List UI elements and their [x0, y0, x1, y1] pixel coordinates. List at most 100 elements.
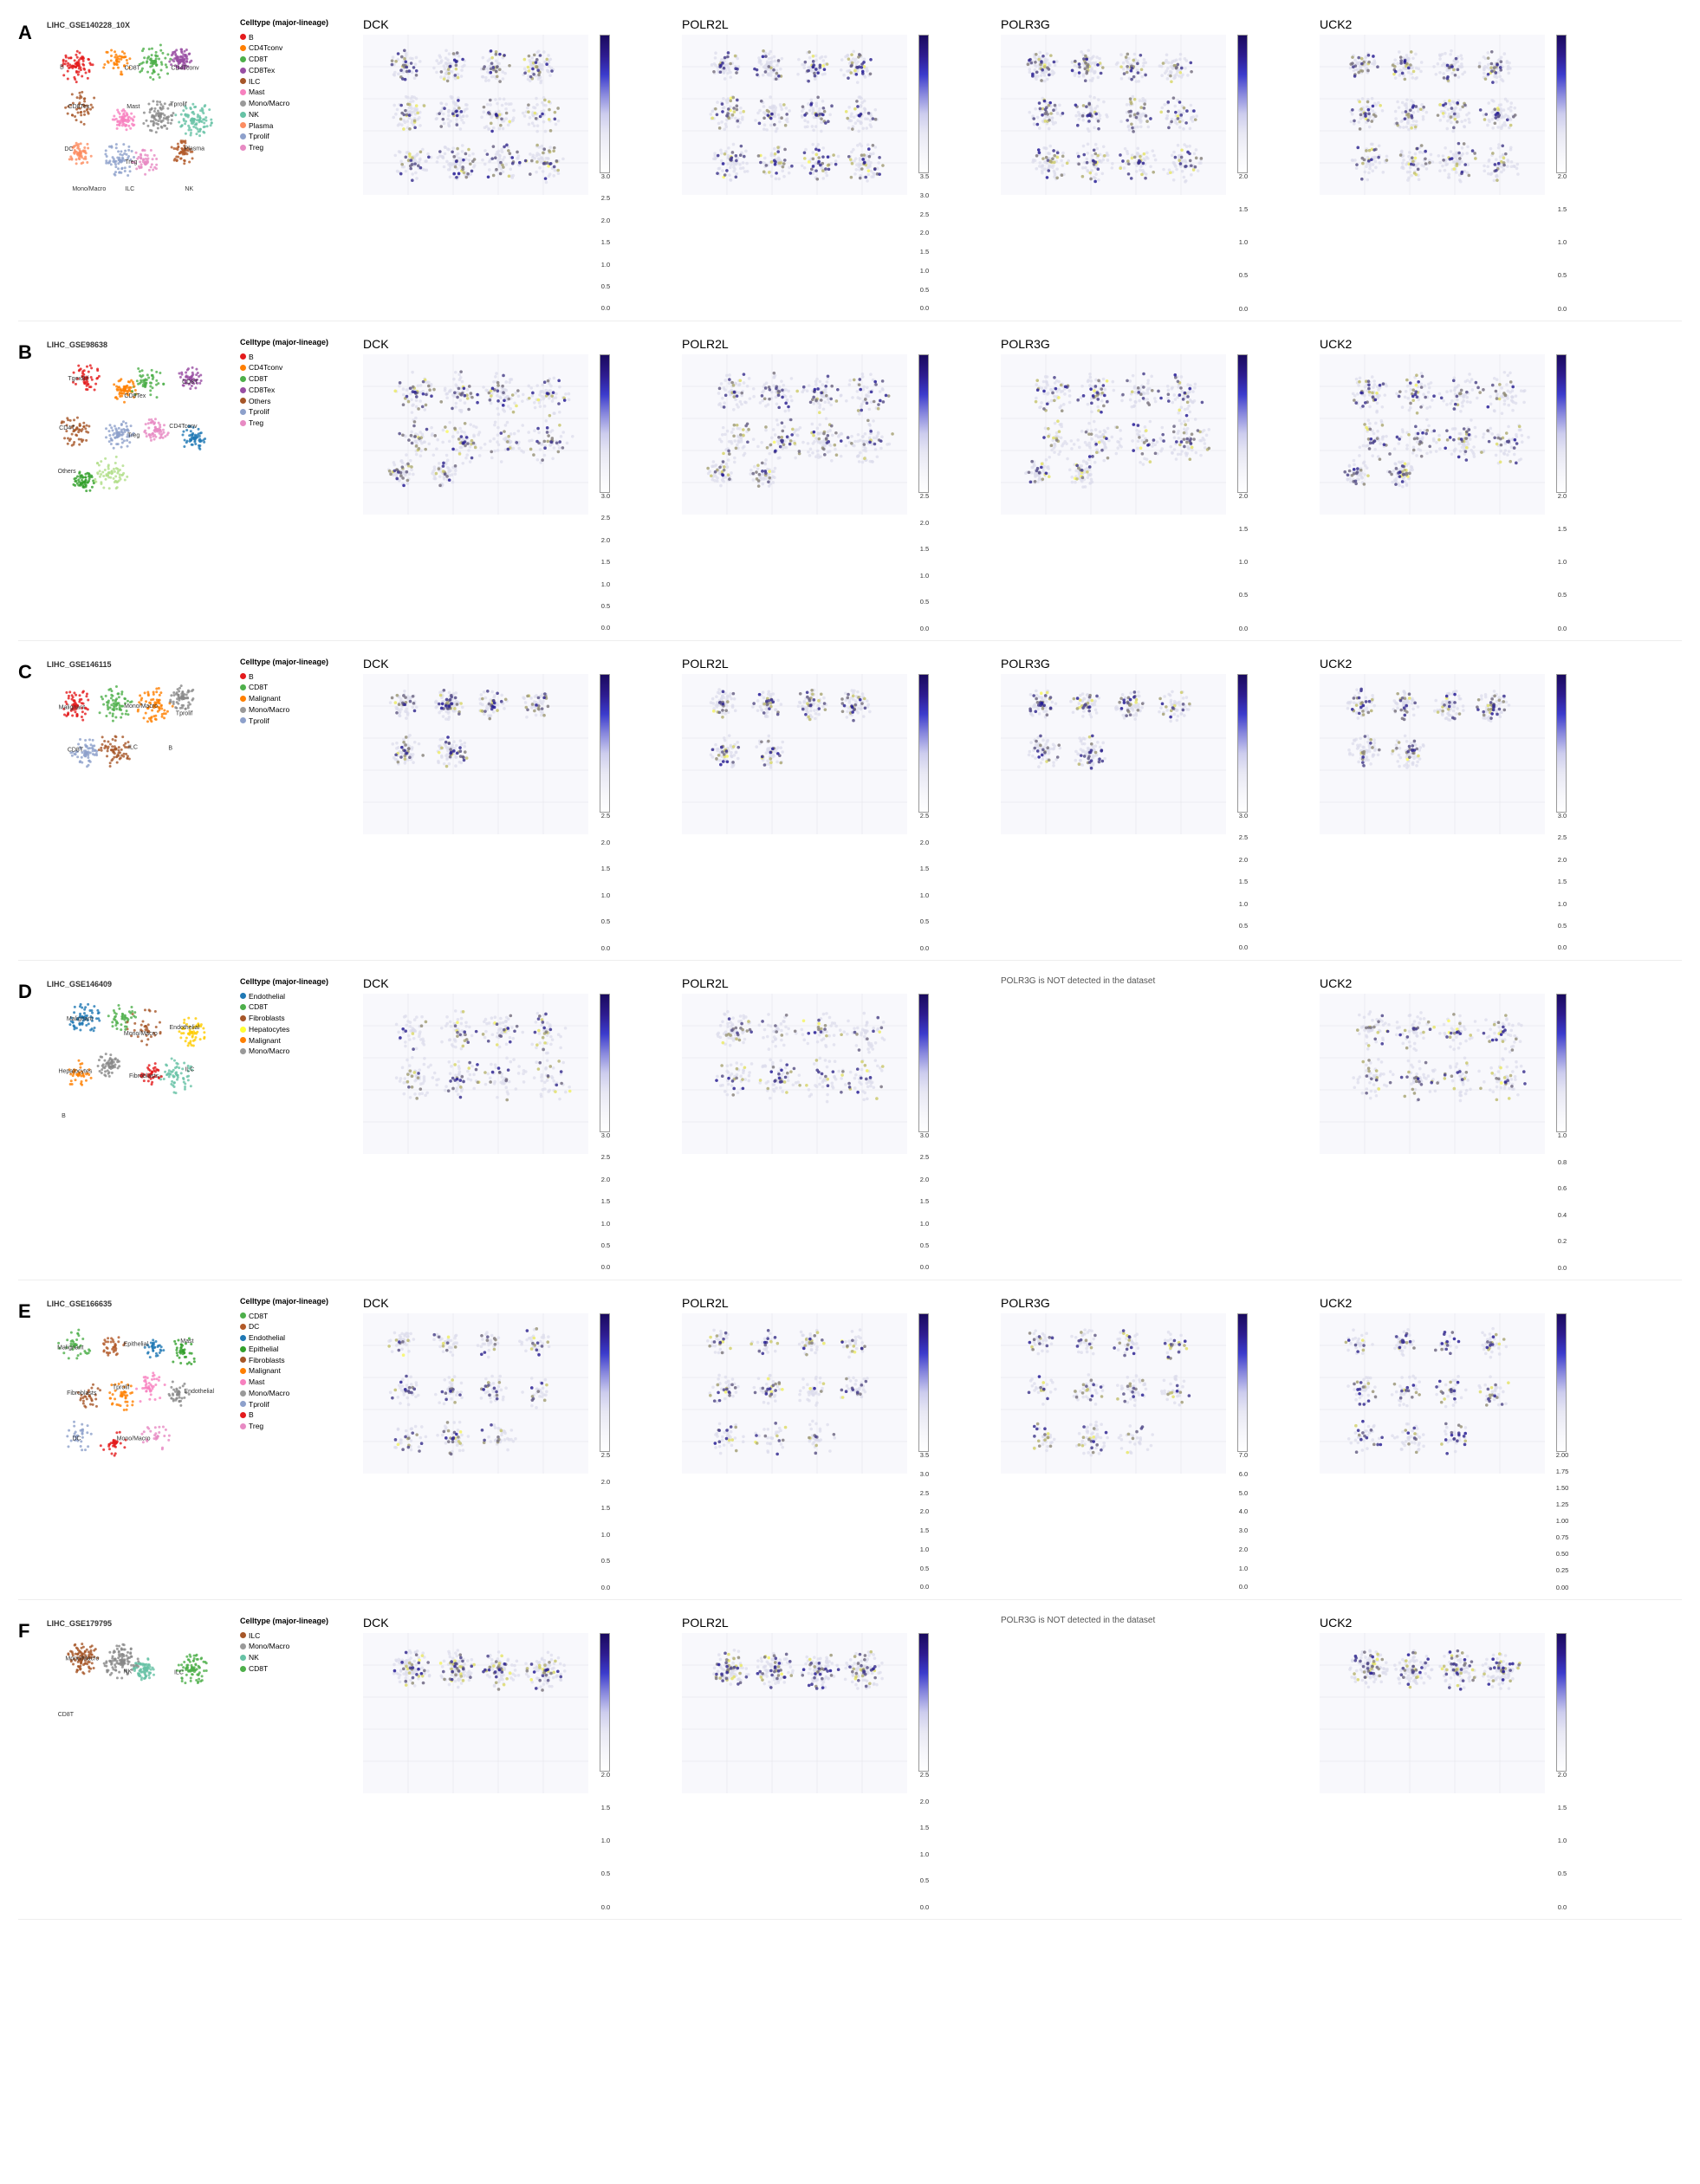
panel-label-E: E [18, 1300, 42, 1323]
legend-label-E-3: Epithelial [249, 1344, 279, 1355]
colorbar-value-A-POLR2L-5: 1.0 [920, 268, 929, 275]
colorbar-value-E-POLR3G-0: 7.0 [1239, 1452, 1248, 1459]
legend-dot-B-4 [240, 398, 246, 404]
colorbar-value-E-POLR3G-7: 0.0 [1239, 1584, 1248, 1591]
colorbar-value-B-POLR3G-2: 1.0 [1239, 559, 1248, 566]
colorbar-value-E-POLR3G-1: 6.0 [1239, 1471, 1248, 1478]
colorbar-value-F-UCK2-3: 0.5 [1558, 1870, 1567, 1877]
colorbar-value-D-DCK-2: 2.0 [601, 1176, 610, 1183]
colorbar-value-D-POLR2L-3: 1.5 [920, 1198, 929, 1205]
colorbar-value-D-UCK2-1: 0.8 [1558, 1159, 1567, 1166]
colorbar-value-D-UCK2-0: 1.0 [1558, 1132, 1567, 1139]
gene-svg-E-POLR2L [682, 1313, 907, 1474]
gene-title-B-UCK2: UCK2 [1320, 337, 1352, 351]
colorbar-value-F-UCK2-1: 1.5 [1558, 1805, 1567, 1811]
legend-item-F-2: NK [240, 1652, 328, 1663]
gene-svg-D-POLR2L [682, 994, 907, 1154]
colorbar-labels-E-POLR2L: 3.53.02.52.01.51.00.50.0 [920, 1452, 929, 1591]
legend-dot-C-2 [240, 696, 246, 702]
legend-title-E: Celltype (major-lineage) [240, 1296, 328, 1308]
colorbar-value-C-DCK-1: 2.0 [601, 839, 610, 846]
legend-dot-A-3 [240, 68, 246, 74]
svg-text:CD8T: CD8T [125, 66, 141, 72]
colorbar-labels-D-POLR2L: 3.02.52.01.51.00.50.0 [920, 1132, 929, 1271]
colorbar-labels-A-DCK: 3.02.52.01.51.00.50.0 [601, 173, 610, 312]
gene-panel-E-UCK2: UCK22.001.751.501.251.000.750.500.250.00 [1320, 1296, 1632, 1591]
colorbar-value-B-UCK2-1: 1.5 [1558, 526, 1567, 533]
colorbar-value-E-UCK2-8: 0.00 [1556, 1585, 1569, 1591]
legend-label-E-2: Endothelial [249, 1332, 285, 1344]
legend-label-E-5: Malignant [249, 1365, 281, 1377]
gene-plot-wrapper-D-DCK: 3.02.52.01.51.00.50.0 [363, 994, 618, 1271]
legend-dot-B-1 [240, 365, 246, 371]
colorbar-value-C-POLR3G-5: 0.5 [1239, 923, 1248, 930]
gene-title-E-UCK2: UCK2 [1320, 1296, 1352, 1310]
gene-title-F-POLR3G: POLR3G is NOT detected in the dataset [1001, 1616, 1155, 1625]
colorbar-value-E-UCK2-3: 1.25 [1556, 1501, 1569, 1508]
gene-plot-wrapper-A-DCK: 3.02.52.01.51.00.50.0 [363, 35, 618, 312]
colorbar-value-B-DCK-0: 3.0 [601, 493, 610, 500]
colorbar-value-D-POLR2L-2: 2.0 [920, 1176, 929, 1183]
colorbar-value-B-POLR3G-3: 0.5 [1239, 592, 1248, 599]
gene-panel-D-DCK: DCK3.02.52.01.51.00.50.0 [363, 976, 675, 1271]
gene-panel-C-POLR3G: POLR3G3.02.52.01.51.00.50.0 [1001, 657, 1313, 951]
legend-item-F-1: Mono/Macro [240, 1641, 328, 1652]
legend-label-F-3: CD8T [249, 1663, 268, 1675]
legend-label-B-1: CD4Tconv [249, 362, 282, 373]
colorbar-labels-F-POLR2L: 2.52.01.51.00.50.0 [920, 1772, 929, 1910]
colorbar-A-POLR2L: 3.53.02.52.01.51.00.50.0 [911, 35, 937, 312]
legend-A: Celltype (major-lineage)BCD4TconvCD8TCD8… [240, 17, 328, 153]
panel-row-E: ELIHC_GSE166635MalignantEpithelialMastFi… [18, 1296, 1682, 1600]
colorbar-gradient-C-DCK [600, 674, 610, 813]
gene-svg-B-POLR3G [1001, 354, 1226, 515]
colorbar-value-D-DCK-4: 1.0 [601, 1221, 610, 1228]
panel-label-C: C [18, 661, 42, 684]
colorbar-A-POLR3G: 2.01.51.00.50.0 [1230, 35, 1256, 312]
legend-dot-D-0 [240, 993, 246, 999]
legend-item-F-0: ILC [240, 1630, 328, 1642]
colorbar-value-A-UCK2-4: 0.0 [1558, 306, 1567, 313]
colorbar-value-E-UCK2-7: 0.25 [1556, 1567, 1569, 1574]
legend-label-A-0: B [249, 32, 254, 43]
legend-label-E-4: Fibroblasts [249, 1355, 285, 1366]
colorbar-value-B-UCK2-2: 1.0 [1558, 559, 1567, 566]
svg-text:DC: DC [64, 146, 73, 152]
legend-dot-D-3 [240, 1027, 246, 1033]
legend-label-B-4: Others [249, 396, 271, 407]
colorbar-E-DCK: 2.52.01.51.00.50.0 [592, 1313, 618, 1591]
colorbar-labels-F-UCK2: 2.01.51.00.50.0 [1558, 1772, 1567, 1910]
panel-row-F: FLIHC_GSE179795Mono/MacroNKILCCD8TCellty… [18, 1616, 1682, 1920]
gene-svg-F-POLR3G [1001, 1629, 1226, 1789]
colorbar-value-C-POLR2L-5: 0.0 [920, 945, 929, 952]
colorbar-value-B-DCK-6: 0.0 [601, 625, 610, 632]
legend-dot-A-2 [240, 56, 246, 62]
legend-E: Celltype (major-lineage)CD8TDCEndothelia… [240, 1296, 328, 1432]
colorbar-value-C-UCK2-2: 2.0 [1558, 857, 1567, 864]
legend-title-F: Celltype (major-lineage) [240, 1616, 328, 1628]
legend-item-A-10: Treg [240, 142, 328, 153]
legend-dot-B-5 [240, 409, 246, 415]
colorbar-value-C-DCK-5: 0.0 [601, 945, 610, 952]
gene-title-D-POLR2L: POLR2L [682, 976, 729, 990]
legend-label-F-2: NK [249, 1652, 259, 1663]
colorbar-value-E-UCK2-0: 2.00 [1556, 1452, 1569, 1459]
gene-title-D-UCK2: UCK2 [1320, 976, 1352, 990]
gene-title-A-DCK: DCK [363, 17, 389, 31]
legend-dot-F-1 [240, 1643, 246, 1649]
colorbar-value-B-UCK2-4: 0.0 [1558, 625, 1567, 632]
colorbar-value-A-DCK-3: 1.5 [601, 239, 610, 246]
colorbar-F-DCK: 2.01.51.00.50.0 [592, 1633, 618, 1910]
legend-dot-B-2 [240, 376, 246, 382]
colorbar-value-B-POLR2L-0: 2.5 [920, 493, 929, 500]
gene-plot-wrapper-B-POLR3G: 2.01.51.00.50.0 [1001, 354, 1256, 632]
colorbar-value-A-POLR3G-2: 1.0 [1239, 239, 1248, 246]
gene-plot-wrapper-A-POLR3G: 2.01.51.00.50.0 [1001, 35, 1256, 312]
legend-dot-D-1 [240, 1004, 246, 1010]
gene-title-E-DCK: DCK [363, 1296, 389, 1310]
legend-item-B-0: B [240, 352, 328, 363]
colorbar-gradient-B-POLR2L [918, 354, 929, 493]
legend-dot-E-3 [240, 1346, 246, 1352]
legend-dot-E-0 [240, 1312, 246, 1319]
panel-row-C: CLIHC_GSE146115MalignantMono/MacroTproli… [18, 657, 1682, 961]
gene-panel-D-UCK2: UCK21.00.80.60.40.20.0 [1320, 976, 1632, 1271]
